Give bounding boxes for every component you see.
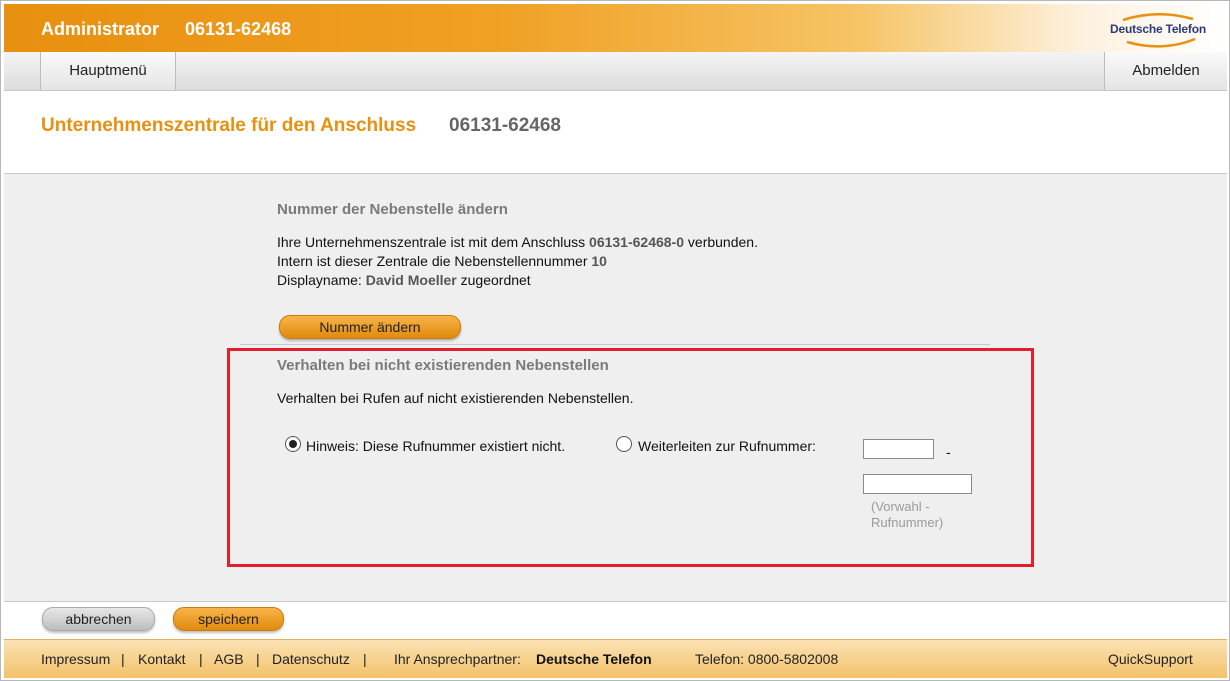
extension-info-line: Intern ist dieser Zentrale die Nebenstel… [277,253,607,269]
footer-separator: | [199,651,203,667]
partner-label: Ihr Ansprechpartner: [394,651,521,667]
page-title-number: 06131-62468 [449,115,561,136]
extension-section-title: Nummer der Nebenstelle ändern [277,201,508,218]
phone-info: Telefon: 0800-5802008 [695,651,839,667]
user-role: Administrator [41,19,160,39]
nav-bar: Hauptmenü Abmelden [4,52,1227,91]
connection-info-line: Ihre Unternehmenszentrale ist mit dem An… [277,234,758,250]
change-number-button[interactable]: Nummer ändern [279,315,461,339]
account-number: 06131-62468 [185,19,292,39]
behavior-description: Verhalten bei Rufen auf nicht existieren… [277,390,634,406]
privacy-link[interactable]: Datenschutz [272,651,350,667]
notice-option-label[interactable]: Hinweis: Diese Rufnummer existiert nicht… [306,438,565,454]
save-button[interactable]: speichern [173,607,284,631]
app-window: Administrator 06131-62468 Deutsche Telef… [0,0,1230,681]
section-divider [240,344,990,345]
footer-bar: Impressum | Kontakt | AGB | Datenschutz … [4,639,1227,678]
display-name: David Moeller [365,272,457,288]
footer-separator: | [121,651,125,667]
behavior-section-title: Verhalten bei nicht existierenden Nebens… [277,357,609,374]
action-bar: abbrechen speichern [4,602,1227,638]
footer-separator: | [363,651,367,667]
contact-link[interactable]: Kontakt [138,651,185,667]
connection-number: 06131-62468-0 [589,234,685,250]
cancel-button[interactable]: abbrechen [42,607,155,631]
number-separator: - [946,444,951,460]
logo-text: Deutsche Telefon [1110,22,1206,36]
page-title: Unternehmenszentrale für den Anschluss [41,115,417,136]
extension-number: 10 [591,253,607,269]
notice-radio[interactable] [285,436,301,452]
title-band: Unternehmenszentrale für den Anschluss 0… [4,91,1227,174]
footer-separator: | [256,651,260,667]
content-area: Nummer der Nebenstelle ändern Ihre Unter… [4,174,1227,602]
input-format-hint: (Vorwahl - Rufnummer) [871,499,944,530]
company-logo: Deutsche Telefon [1103,11,1213,49]
quicksupport-link[interactable]: QuickSupport [1108,651,1193,667]
logout-button[interactable]: Abmelden [1104,52,1227,90]
display-name-line: Displayname: David Moeller zugeordnet [277,272,531,288]
partner-name: Deutsche Telefon [536,651,652,667]
agb-link[interactable]: AGB [214,651,244,667]
impressum-link[interactable]: Impressum [41,651,110,667]
forward-radio[interactable] [616,436,632,452]
area-code-input[interactable] [863,439,934,459]
forward-option-label[interactable]: Weiterleiten zur Rufnummer: [638,438,816,454]
phone-number-input[interactable] [863,474,972,494]
header-bar: Administrator 06131-62468 Deutsche Telef… [4,4,1227,52]
main-menu-button[interactable]: Hauptmenü [40,52,176,90]
